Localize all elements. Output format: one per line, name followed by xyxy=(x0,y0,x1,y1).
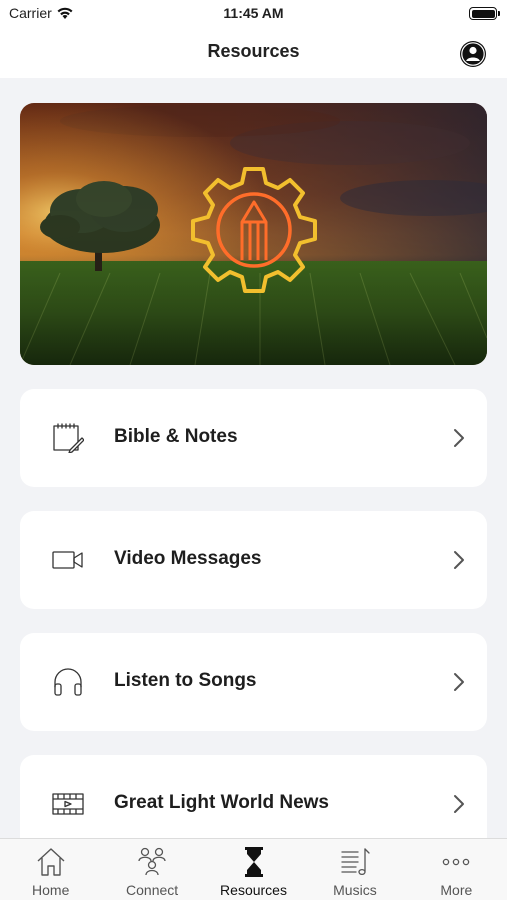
tab-bar: Home Connect Resources Musics More xyxy=(0,838,507,900)
tab-label: Musics xyxy=(333,882,377,898)
menu-item-label: Listen to Songs xyxy=(114,670,257,691)
menu-item-label: Bible & Notes xyxy=(114,426,238,447)
chevron-right-icon xyxy=(454,429,464,447)
tab-label: Resources xyxy=(220,882,287,898)
home-icon xyxy=(37,848,65,876)
tab-label: Home xyxy=(32,882,70,898)
profile-icon[interactable] xyxy=(459,40,487,68)
video-camera-icon xyxy=(52,551,83,569)
tab-resources[interactable]: Resources xyxy=(203,839,304,900)
people-icon xyxy=(138,847,166,876)
menu-item-listen-songs[interactable]: Listen to Songs xyxy=(20,633,487,731)
navigation-bar: Resources xyxy=(0,28,507,78)
battery-icon xyxy=(469,7,500,20)
page-title: Resources xyxy=(207,41,300,61)
menu-item-label: Great Light World News xyxy=(114,792,330,813)
menu-item-bible-notes[interactable]: Bible & Notes xyxy=(20,389,487,487)
tab-musics[interactable]: Musics xyxy=(304,839,405,900)
tab-label: More xyxy=(440,882,473,898)
hero-banner xyxy=(20,103,487,365)
tab-more[interactable]: More xyxy=(406,839,507,900)
notebook-edit-icon xyxy=(53,423,84,453)
chevron-right-icon xyxy=(454,673,464,691)
headphones-icon xyxy=(54,668,82,696)
status-bar: Carrier 11:45 AM xyxy=(0,0,507,28)
tab-connect[interactable]: Connect xyxy=(101,839,202,900)
menu-item-video-messages[interactable]: Video Messages xyxy=(20,511,487,609)
tab-label: Connect xyxy=(126,882,179,898)
hero-image xyxy=(20,103,487,365)
chevron-right-icon xyxy=(454,795,464,813)
music-list-icon xyxy=(341,848,370,876)
menu-item-label: Video Messages xyxy=(114,548,262,569)
hourglass-icon xyxy=(244,847,263,877)
more-dots-icon xyxy=(443,858,470,866)
chevron-right-icon xyxy=(454,551,464,569)
tab-home[interactable]: Home xyxy=(0,839,101,900)
status-time: 11:45 AM xyxy=(223,5,284,21)
film-news-icon xyxy=(52,793,84,815)
